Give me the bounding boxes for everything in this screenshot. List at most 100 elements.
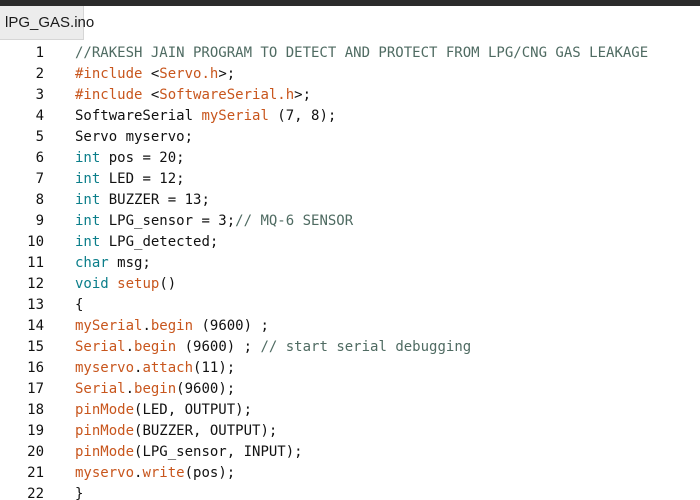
code-token: int xyxy=(75,213,101,229)
code-line[interactable]: 9 int LPG_sensor = 3;// MQ-6 SENSOR xyxy=(0,211,700,232)
code-line[interactable]: 17 Serial.begin(9600); xyxy=(0,379,700,400)
code-line[interactable]: 6 int pos = 20; xyxy=(0,148,700,169)
code-token: (pos); xyxy=(184,465,236,481)
code-token: #include xyxy=(75,87,143,103)
code-editor[interactable]: 1 //RAKESH JAIN PROGRAM TO DETECT AND PRO… xyxy=(0,40,700,500)
code-text: mySerial.begin (9600) ; xyxy=(75,316,269,337)
file-tab[interactable]: lPG_GAS.ino xyxy=(0,6,94,40)
code-text: int LPG_detected; xyxy=(75,232,218,253)
code-token: (BUZZER, OUTPUT); xyxy=(134,423,278,439)
code-line[interactable]: 20 pinMode(LPG_sensor, INPUT); xyxy=(0,442,700,463)
code-text: int pos = 20; xyxy=(75,148,185,169)
code-token: int xyxy=(75,150,101,166)
line-number: 3 xyxy=(35,87,44,103)
code-text: myservo.attach(11); xyxy=(75,358,235,379)
line-number: 9 xyxy=(35,213,44,229)
code-token: LPG_detected; xyxy=(100,234,219,250)
code-text: SoftwareSerial mySerial (7, 8); xyxy=(75,106,336,127)
code-token: attach xyxy=(142,360,194,376)
line-number: 12 xyxy=(27,276,44,292)
line-number: 17 xyxy=(27,381,44,397)
line-number: 21 xyxy=(27,465,44,481)
code-line[interactable]: 19 pinMode(BUZZER, OUTPUT); xyxy=(0,421,700,442)
code-line[interactable]: 8 int BUZZER = 13; xyxy=(0,190,700,211)
line-number: 10 xyxy=(27,234,44,250)
line-number: 20 xyxy=(27,444,44,460)
code-token: msg; xyxy=(108,255,151,271)
line-number: 18 xyxy=(27,402,44,418)
code-line[interactable]: 18 pinMode(LED, OUTPUT); xyxy=(0,400,700,421)
code-text: int LPG_sensor = 3;// MQ-6 SENSOR xyxy=(75,211,353,232)
code-line[interactable]: 10 int LPG_detected; xyxy=(0,232,700,253)
code-line[interactable]: 5 Servo myservo; xyxy=(0,127,700,148)
code-line[interactable]: 15 Serial.begin (9600) ; // start serial … xyxy=(0,337,700,358)
code-text: #include <SoftwareSerial.h>; xyxy=(75,85,311,106)
code-token: pos = 20; xyxy=(100,150,185,166)
code-token: char xyxy=(75,255,109,271)
code-token: LED = 12; xyxy=(100,171,185,187)
code-token: int xyxy=(75,234,101,250)
line-number: 6 xyxy=(35,150,44,166)
code-token: int xyxy=(75,192,101,208)
code-line[interactable]: 2 #include <Servo.h>; xyxy=(0,64,700,85)
code-token: Serial xyxy=(75,339,126,355)
code-token: //RAKESH JAIN PROGRAM TO DETECT AND PROT… xyxy=(75,45,649,61)
code-text: void setup() xyxy=(75,274,176,295)
line-number: 4 xyxy=(35,108,44,124)
line-number: 1 xyxy=(35,45,44,61)
code-line[interactable]: 13 { xyxy=(0,295,700,316)
code-token: . xyxy=(125,339,135,355)
code-line[interactable]: 7 int LED = 12; xyxy=(0,169,700,190)
code-token: begin xyxy=(150,318,194,334)
code-token: begin xyxy=(134,339,177,355)
code-token: < xyxy=(142,87,160,103)
code-token: mySerial xyxy=(201,108,269,124)
line-number: 5 xyxy=(35,129,44,145)
code-token: void xyxy=(75,276,109,292)
window-top-bar xyxy=(0,0,700,6)
code-token: { xyxy=(75,297,84,313)
code-line[interactable]: 22} xyxy=(0,484,700,500)
code-line[interactable]: 4 SoftwareSerial mySerial (7, 8); xyxy=(0,106,700,127)
code-token: SoftwareSerial xyxy=(75,108,202,124)
line-number: 22 xyxy=(27,486,44,500)
code-token: (9600) ; xyxy=(193,318,269,334)
code-line[interactable]: 12 void setup() xyxy=(0,274,700,295)
line-number: 15 xyxy=(27,339,44,355)
code-token: . xyxy=(125,381,135,397)
code-line[interactable]: 11 char msg; xyxy=(0,253,700,274)
line-number: 7 xyxy=(35,171,44,187)
code-token: myservo xyxy=(75,360,135,376)
code-token: // MQ-6 SENSOR xyxy=(235,213,354,229)
code-text: myservo.write(pos); xyxy=(75,463,235,484)
code-text: } xyxy=(75,484,83,500)
code-token: (11); xyxy=(193,360,236,376)
code-line[interactable]: 16 myservo.attach(11); xyxy=(0,358,700,379)
line-number: 11 xyxy=(27,255,44,271)
code-token: LPG_sensor = 3; xyxy=(100,213,236,229)
code-token: // start serial debugging xyxy=(260,339,472,355)
code-line[interactable]: 1 //RAKESH JAIN PROGRAM TO DETECT AND PRO… xyxy=(0,43,700,64)
code-token: #include xyxy=(75,66,143,82)
code-text: #include <Servo.h>; xyxy=(75,64,235,85)
code-token: pinMode xyxy=(75,423,135,439)
code-token: write xyxy=(142,465,185,481)
code-line[interactable]: 21 myservo.write(pos); xyxy=(0,463,700,484)
code-text: int BUZZER = 13; xyxy=(75,190,210,211)
code-text: pinMode(LED, OUTPUT); xyxy=(75,400,252,421)
code-token: pinMode xyxy=(75,444,135,460)
code-token: begin xyxy=(134,381,177,397)
code-token: setup xyxy=(117,276,160,292)
code-text: { xyxy=(75,295,83,316)
code-token: (LPG_sensor, INPUT); xyxy=(134,444,303,460)
code-line[interactable]: 3 #include <SoftwareSerial.h>; xyxy=(0,85,700,106)
code-token: BUZZER = 13; xyxy=(100,192,210,208)
code-token: myservo xyxy=(75,465,135,481)
code-token: . xyxy=(142,318,151,334)
code-line[interactable]: 14 mySerial.begin (9600) ; xyxy=(0,316,700,337)
line-number: 14 xyxy=(27,318,44,334)
line-number: 19 xyxy=(27,423,44,439)
code-token: Servo myservo; xyxy=(75,129,194,145)
line-number: 16 xyxy=(27,360,44,376)
code-text: Serial.begin (9600) ; // start serial de… xyxy=(75,337,471,358)
